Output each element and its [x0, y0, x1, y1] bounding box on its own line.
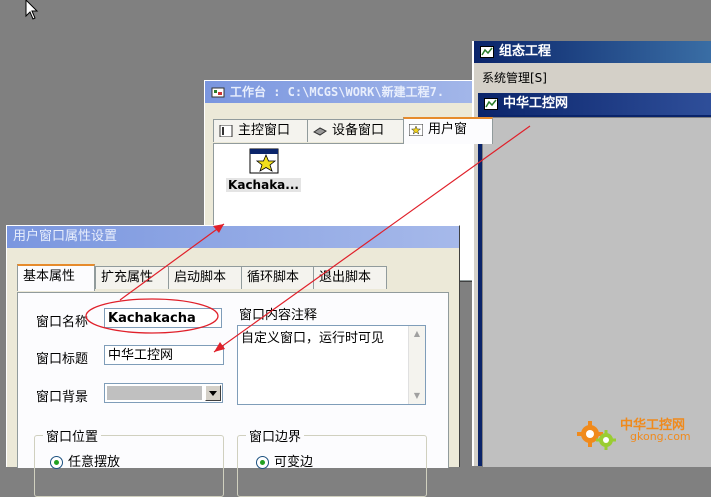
- scada-child-title: 中华工控网: [503, 96, 569, 111]
- window-comment-text: 自定义窗口，运行时可见: [241, 331, 385, 346]
- tab-user-window-label: 用户窗: [428, 122, 468, 137]
- tab-main-window-label: 主控窗口: [238, 123, 291, 138]
- device-icon: [313, 126, 327, 136]
- window-background-label: 窗口背景: [36, 390, 89, 405]
- window-comment-label: 窗口内容注释: [239, 308, 318, 323]
- user-window-icon: [409, 123, 423, 136]
- workbench-tabbar: 主控窗口 设备窗口 用户窗: [213, 117, 503, 144]
- position-free-label: 任意摆放: [68, 455, 121, 470]
- tab-extended-properties-label: 扩充属性: [101, 270, 154, 285]
- mouse-cursor-icon: [25, 0, 39, 20]
- workbench-title: 工作台 : C:\MCGS\WORK\新建工程7.: [230, 85, 445, 99]
- tab-exit-script[interactable]: 退出脚本: [313, 266, 387, 289]
- tab-user-window[interactable]: 用户窗: [403, 117, 493, 144]
- dialog-title: 用户窗口属性设置: [13, 229, 118, 244]
- window-name-input[interactable]: Kachakacha: [104, 308, 222, 328]
- user-window-item-label: Kachaka...: [226, 178, 301, 192]
- tab-exit-script-label: 退出脚本: [319, 270, 372, 285]
- scada-window: 组态工程 系统管理[S] 中华工控网: [472, 41, 711, 468]
- scada-app-icon: [480, 45, 494, 58]
- position-free-radio[interactable]: [50, 456, 63, 469]
- window-caption-label: 窗口标题: [36, 352, 89, 367]
- window-background-select[interactable]: [104, 383, 223, 403]
- tab-startup-script[interactable]: 启动脚本: [168, 266, 242, 289]
- tab-loop-script[interactable]: 循环脚本: [241, 266, 315, 289]
- scroll-down-button[interactable]: ▼: [409, 388, 425, 404]
- dialog-tabbar: 基本属性 扩充属性 启动脚本 循环脚本 退出脚本: [17, 264, 457, 292]
- window-name-label: 窗口名称: [36, 315, 89, 330]
- user-window-item[interactable]: Kachaka...: [226, 148, 301, 192]
- scada-menubar: 系统管理[S]: [474, 68, 711, 88]
- gear-icon: [577, 421, 616, 450]
- border-variable-option[interactable]: 可变边: [256, 451, 313, 470]
- menu-system-management[interactable]: 系统管理[S]: [482, 71, 547, 85]
- scada-child-titlebar[interactable]: 中华工控网: [478, 93, 711, 115]
- basic-properties-page: 窗口名称 Kachakacha 窗口标题 中华工控网 窗口背景 窗口内容注释 自…: [17, 292, 449, 497]
- tab-device-window-label: 设备窗口: [332, 123, 385, 138]
- window-comment-textarea[interactable]: 自定义窗口，运行时可见 ▲ ▼: [237, 325, 426, 405]
- scada-titlebar[interactable]: 组态工程: [474, 41, 711, 63]
- border-variable-radio[interactable]: [256, 456, 269, 469]
- chevron-down-icon: [209, 391, 217, 396]
- window-position-group-label: 窗口位置: [43, 426, 102, 445]
- workbench-app-icon: [211, 87, 225, 97]
- user-window-properties-dialog: 用户窗口属性设置 基本属性 扩充属性 启动脚本 循环脚本 退出脚本 窗口名称 K…: [6, 225, 460, 497]
- window-caption-input[interactable]: 中华工控网: [104, 345, 224, 365]
- user-window-item-icon: [249, 148, 278, 174]
- tab-startup-script-label: 启动脚本: [174, 270, 227, 285]
- border-variable-label: 可变边: [274, 455, 314, 470]
- tab-main-window[interactable]: 主控窗口: [213, 119, 311, 142]
- tab-basic-properties[interactable]: 基本属性: [17, 264, 95, 291]
- tab-extended-properties[interactable]: 扩充属性: [95, 266, 169, 289]
- tab-basic-properties-label: 基本属性: [23, 269, 76, 284]
- watermark-url: gkong.com: [630, 430, 691, 443]
- workbench-titlebar[interactable]: 工作台 : C:\MCGS\WORK\新建工程7.: [205, 81, 495, 103]
- comment-scrollbar[interactable]: ▲ ▼: [408, 326, 425, 404]
- scada-child-icon: [484, 97, 498, 110]
- dialog-titlebar[interactable]: 用户窗口属性设置: [7, 226, 459, 248]
- window-border-group-label: 窗口边界: [246, 426, 305, 445]
- position-free-option[interactable]: 任意摆放: [50, 451, 120, 470]
- main-window-icon: [219, 124, 233, 137]
- dropdown-arrow-button[interactable]: [205, 385, 221, 401]
- scroll-up-button[interactable]: ▲: [409, 326, 425, 342]
- tab-loop-script-label: 循环脚本: [247, 270, 300, 285]
- watermark-logo: 中华工控网 gkong.com: [574, 408, 711, 466]
- window-background-swatch: [107, 386, 202, 400]
- tab-device-window[interactable]: 设备窗口: [307, 119, 405, 142]
- scada-title: 组态工程: [499, 44, 552, 59]
